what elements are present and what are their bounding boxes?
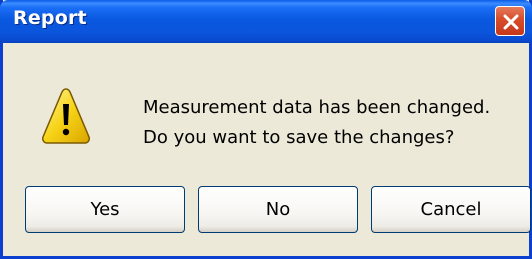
message-line-2: Do you want to save the changes? (143, 127, 455, 148)
window-title: Report (13, 7, 87, 29)
close-button[interactable] (495, 6, 525, 36)
title-bar[interactable]: Report (0, 0, 532, 43)
dialog-window: Report Measurement data has been changed… (0, 0, 532, 259)
no-button[interactable]: No (198, 186, 358, 233)
close-icon (503, 14, 519, 30)
message-line-1: Measurement data has been changed. (143, 97, 491, 118)
yes-button[interactable]: Yes (25, 186, 185, 233)
cancel-button[interactable]: Cancel (371, 186, 531, 233)
warning-icon (42, 88, 90, 144)
message-text: Measurement data has been changed. Do yo… (143, 93, 490, 153)
